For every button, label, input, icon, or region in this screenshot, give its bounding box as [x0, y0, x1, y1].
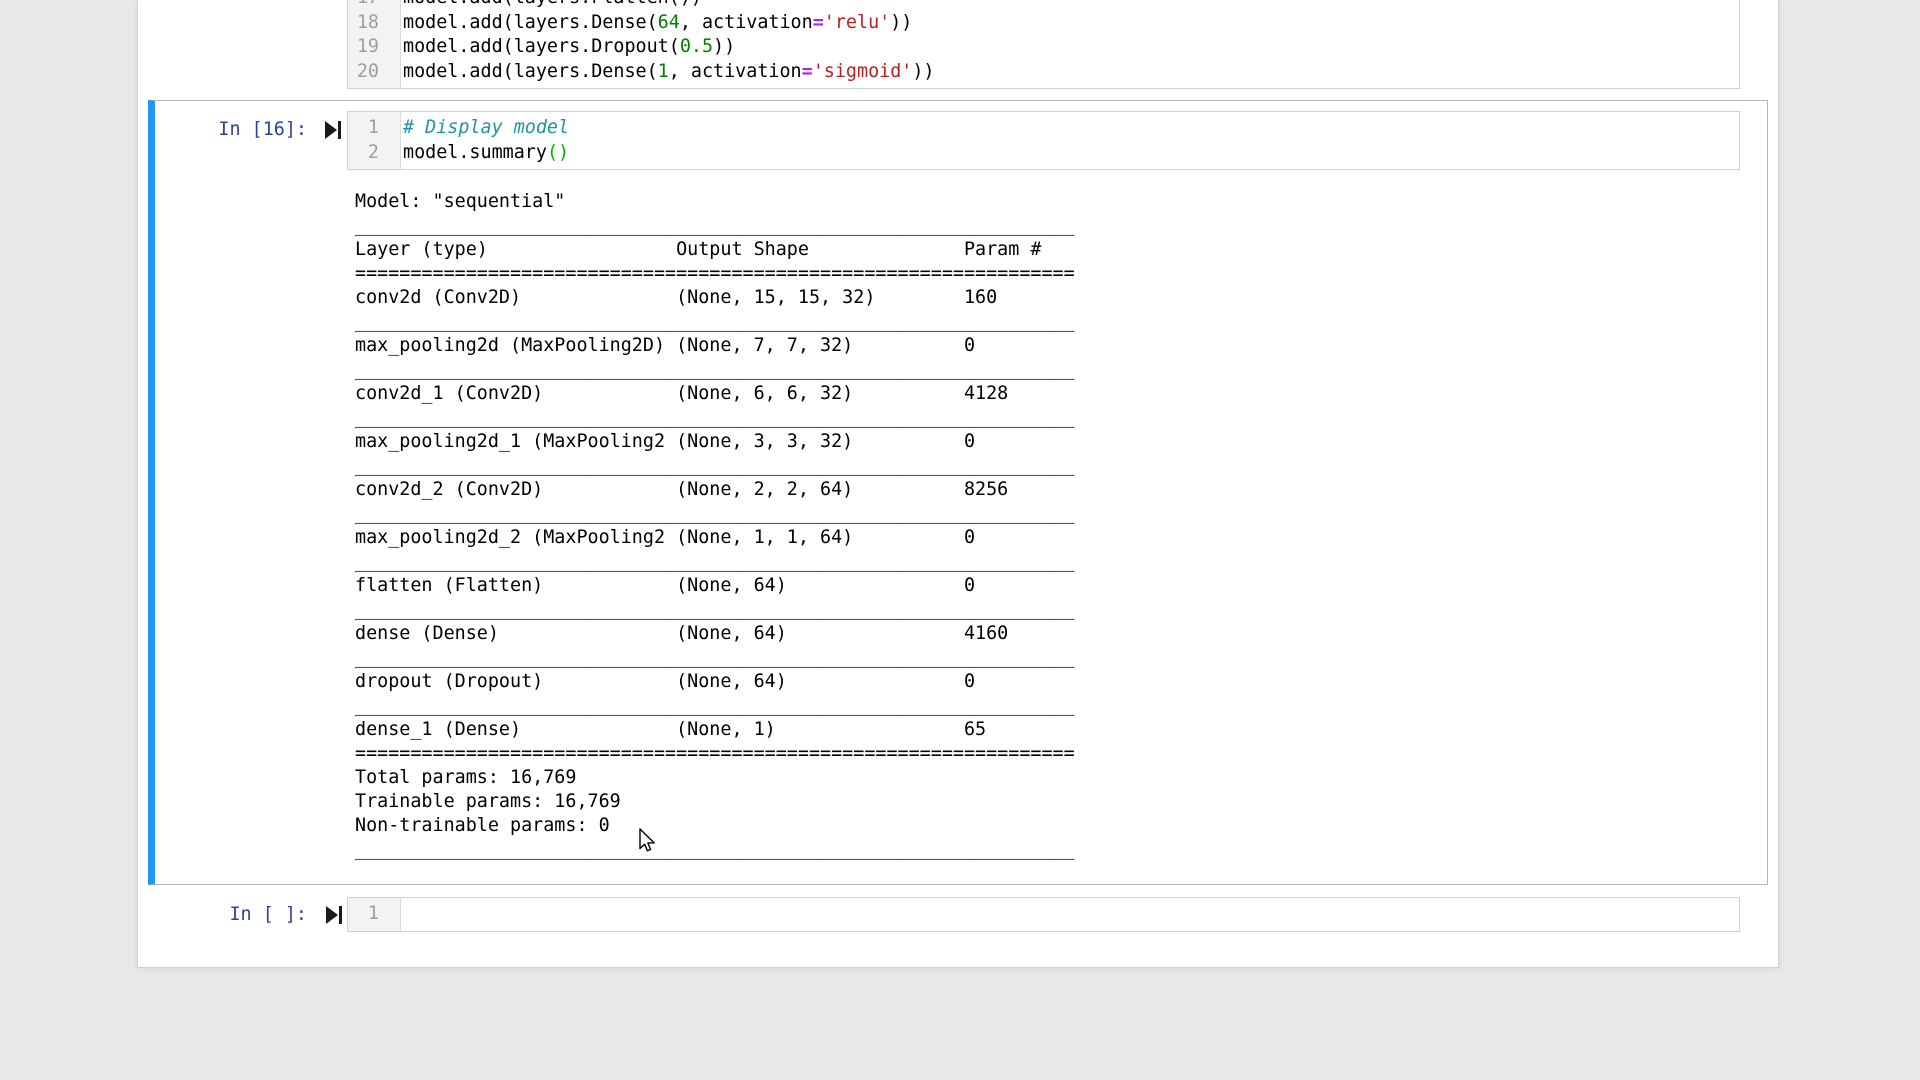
line-number: 20	[348, 60, 379, 85]
empty-code-cell-input[interactable]: 1 ​	[347, 897, 1740, 932]
run-cell-icon[interactable]	[325, 120, 343, 140]
selected-code-cell[interactable]: In [16]: 12 # Display modelmodel.summary…	[148, 100, 1768, 885]
code-editor[interactable]: model.add(layers.Flatten())model.add(lay…	[401, 0, 1739, 88]
line-number: 2	[348, 141, 379, 166]
line-number: 17	[348, 0, 379, 11]
code-line[interactable]: model.add(layers.Dense(1, activation='si…	[403, 60, 1735, 85]
code-cell-input-partial[interactable]: 17181920 model.add(layers.Flatten())mode…	[347, 0, 1740, 89]
line-number: 19	[348, 35, 379, 60]
code-line[interactable]: model.add(layers.Flatten())	[403, 0, 1735, 11]
line-number-gutter: 12	[348, 112, 401, 169]
line-number: 1	[348, 902, 379, 927]
mouse-cursor	[638, 828, 660, 858]
model-summary-output: Model: "sequential" ____________________…	[355, 190, 1075, 862]
input-prompt: In [ ]:	[138, 903, 347, 928]
notebook-container: 17181920 model.add(layers.Flatten())mode…	[137, 0, 1779, 968]
line-number-gutter: 1	[348, 898, 401, 931]
code-editor[interactable]: ​	[401, 898, 1739, 931]
code-line[interactable]: model.add(layers.Dense(64, activation='r…	[403, 11, 1735, 36]
line-number-gutter: 17181920	[348, 0, 401, 88]
code-line[interactable]: model.summary()	[403, 141, 1735, 166]
code-line[interactable]: ​	[403, 902, 1735, 927]
line-number: 18	[348, 11, 379, 36]
code-line[interactable]: model.add(layers.Dropout(0.5))	[403, 35, 1735, 60]
jupyter-notebook-page: { "notebook": { "accent_blue": "#2196f3"…	[0, 0, 1920, 1080]
code-cell-input[interactable]: 12 # Display modelmodel.summary()	[347, 111, 1740, 170]
run-cell-icon[interactable]	[326, 905, 344, 925]
input-prompt: In [16]:	[155, 118, 347, 143]
code-line[interactable]: # Display model	[403, 116, 1735, 141]
line-number: 1	[348, 116, 379, 141]
code-editor[interactable]: # Display modelmodel.summary()	[401, 112, 1739, 169]
